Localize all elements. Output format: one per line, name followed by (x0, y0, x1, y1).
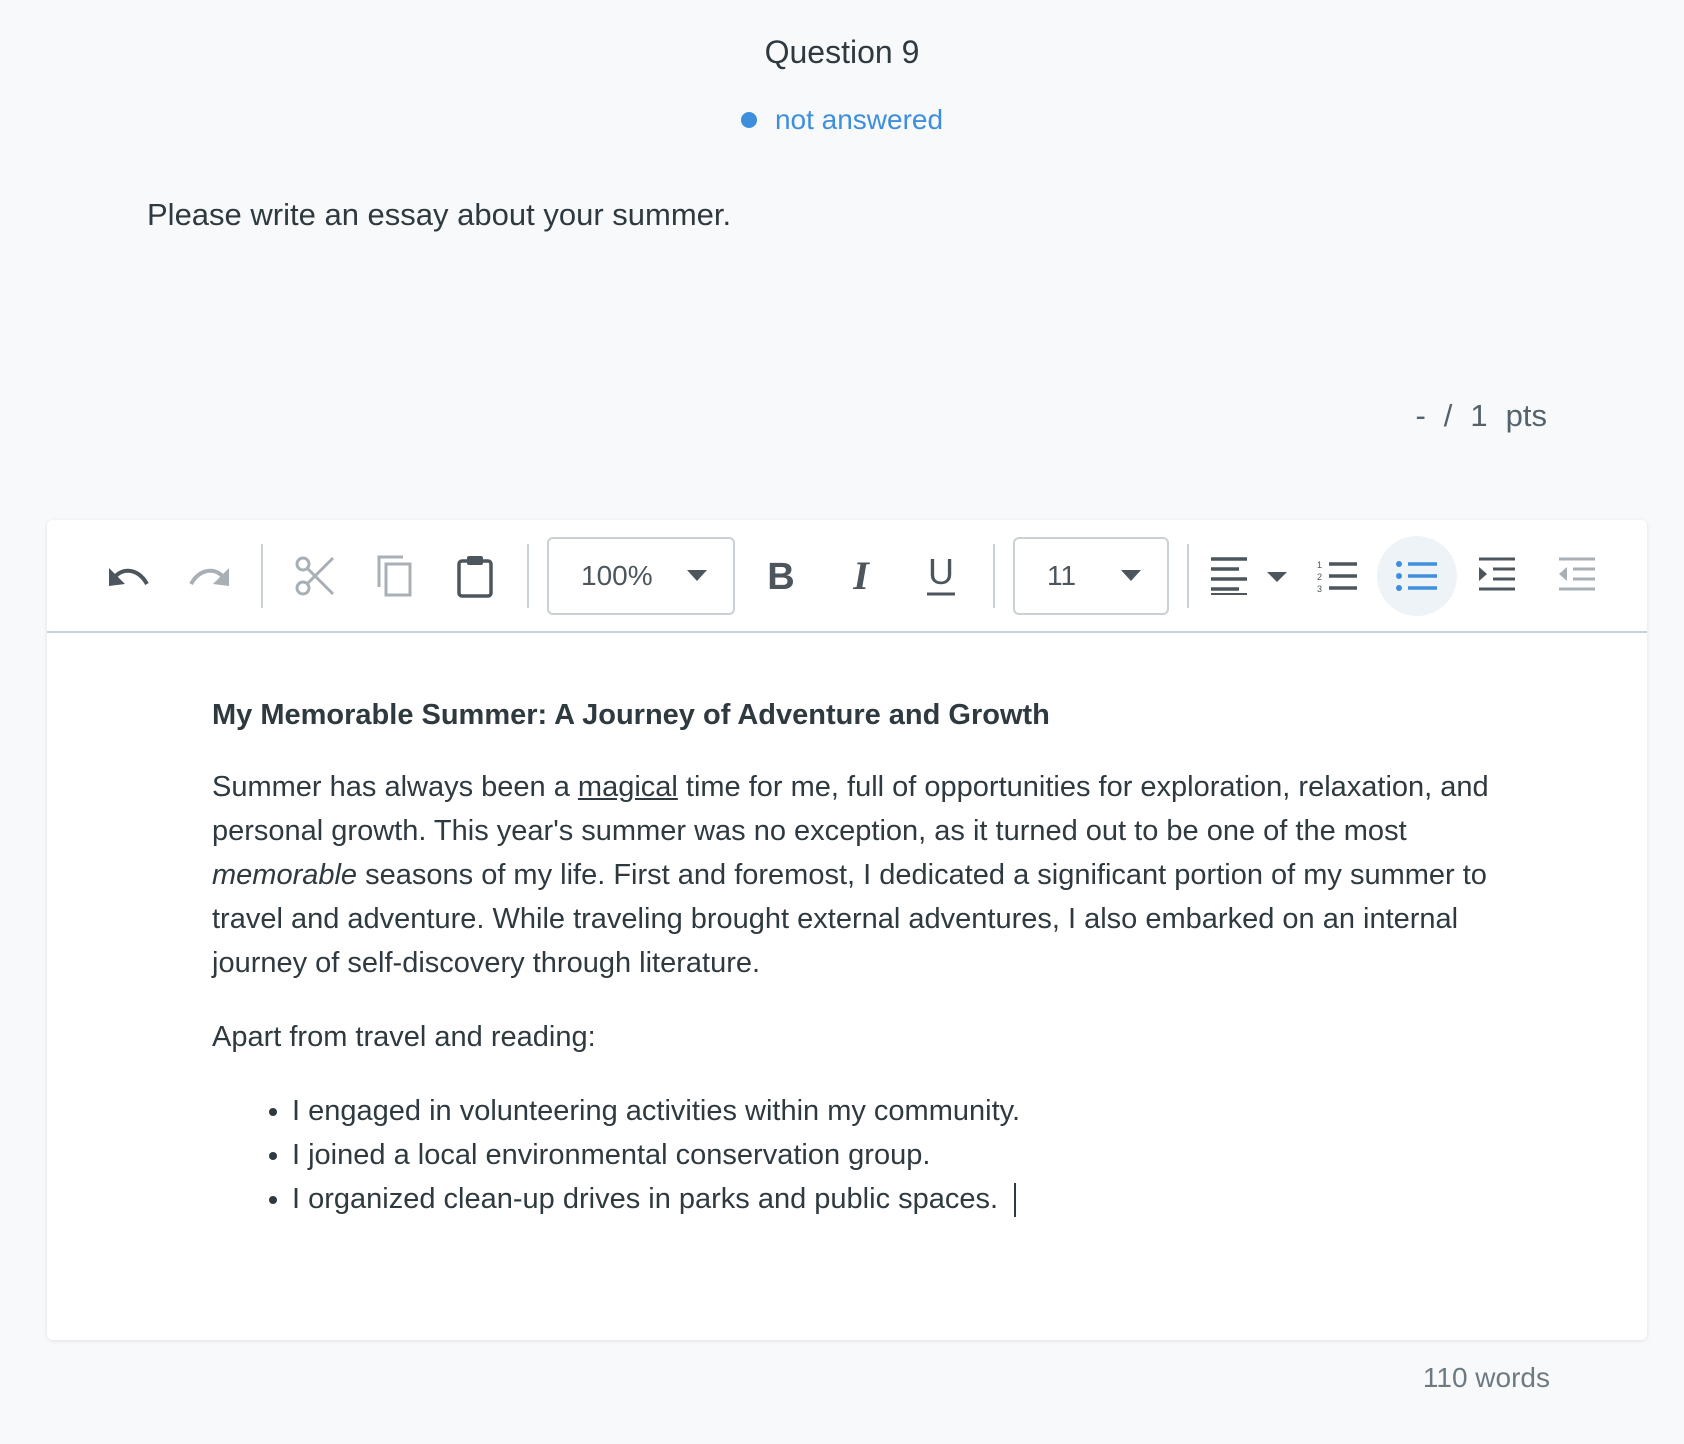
points-unit: pts (1505, 398, 1547, 433)
essay-text-area[interactable]: My Memorable Summer: A Journey of Advent… (212, 695, 1512, 1221)
question-title: Question 9 (764, 34, 920, 70)
align-button[interactable] (1201, 536, 1297, 616)
points-total: 1 (1470, 398, 1488, 433)
underline-icon: U (927, 554, 955, 595)
toolbar-divider (261, 543, 263, 608)
essay-paragraph: Apart from travel and reading: (212, 1021, 596, 1053)
zoom-value: 100% (581, 559, 653, 591)
bulleted-list-button[interactable] (1377, 535, 1457, 616)
essay-text: Summer has always been a (212, 771, 578, 803)
toolbar-divider (993, 543, 995, 608)
points-separator: / (1443, 398, 1453, 433)
status-label: not answered (774, 104, 944, 135)
list-item: I engaged in volunteering activities wit… (292, 1089, 1512, 1133)
bulleted-list-icon (1396, 560, 1437, 591)
font-size-select[interactable]: 11 (1013, 536, 1169, 615)
chevron-down-icon (687, 570, 707, 581)
list-item: I joined a local environmental conservat… (292, 1133, 1512, 1177)
svg-text:1: 1 (1317, 560, 1322, 570)
svg-text:2: 2 (1317, 572, 1322, 582)
question-prompt: Please write an essay about your summer. (147, 197, 732, 232)
answer-status: not answered (0, 104, 1684, 136)
italic-button[interactable]: I (821, 536, 901, 616)
bold-icon: B (767, 556, 794, 596)
cut-button[interactable] (275, 536, 355, 616)
underline-button[interactable]: U (901, 536, 981, 616)
italic-icon: I (852, 556, 870, 596)
bold-button[interactable]: B (741, 536, 821, 616)
underlined-text: magical (577, 771, 678, 803)
bullet-list: I engaged in volunteering activities wit… (212, 1089, 1512, 1221)
undo-button[interactable] (89, 536, 169, 616)
chevron-down-icon (1121, 570, 1141, 581)
numbered-list-button[interactable]: 1 2 3 (1297, 536, 1377, 616)
essay-editor: 100% B I U 11 1 2 3 My Memorable Summer:… (47, 520, 1647, 1340)
numbered-list-icon: 1 2 3 (1317, 560, 1357, 594)
paste-icon (457, 555, 493, 598)
word-count: 110 words (1422, 1362, 1550, 1393)
svg-text:3: 3 (1317, 584, 1322, 594)
toolbar-divider (527, 543, 529, 608)
undo-icon (109, 567, 149, 586)
points-display: -/ 1 pts (1415, 398, 1547, 434)
svg-text:U: U (928, 554, 954, 592)
cut-icon (295, 556, 335, 595)
status-dot-icon (740, 112, 757, 128)
indent-button[interactable] (1457, 536, 1537, 616)
paste-button[interactable] (435, 536, 515, 616)
points-earned: - (1415, 398, 1426, 433)
align-left-icon (1211, 556, 1287, 595)
svg-text:B: B (767, 556, 794, 596)
redo-icon (189, 567, 229, 586)
redo-button[interactable] (169, 536, 249, 616)
editor-toolbar: 100% B I U 11 1 2 3 (47, 520, 1647, 633)
outdent-icon (1559, 557, 1595, 590)
text-cursor (1014, 1183, 1017, 1218)
toolbar-divider (1187, 543, 1189, 608)
essay-heading: My Memorable Summer: A Journey of Advent… (212, 699, 1050, 731)
font-size-value: 11 (1047, 559, 1077, 591)
list-item: I organized clean-up drives in parks and… (292, 1177, 1512, 1221)
outdent-button[interactable] (1537, 536, 1617, 616)
copy-button[interactable] (355, 536, 435, 616)
italic-text: memorable (212, 859, 358, 891)
zoom-select[interactable]: 100% (547, 536, 735, 615)
list-item-text: I organized clean-up drives in parks and… (292, 1183, 1007, 1215)
indent-icon (1479, 557, 1515, 590)
svg-text:I: I (852, 556, 870, 596)
copy-icon (377, 555, 412, 596)
essay-text: seasons of my life. First and foremost, … (212, 859, 1487, 979)
essay-paragraph: Summer has always been a magical time fo… (212, 765, 1512, 985)
